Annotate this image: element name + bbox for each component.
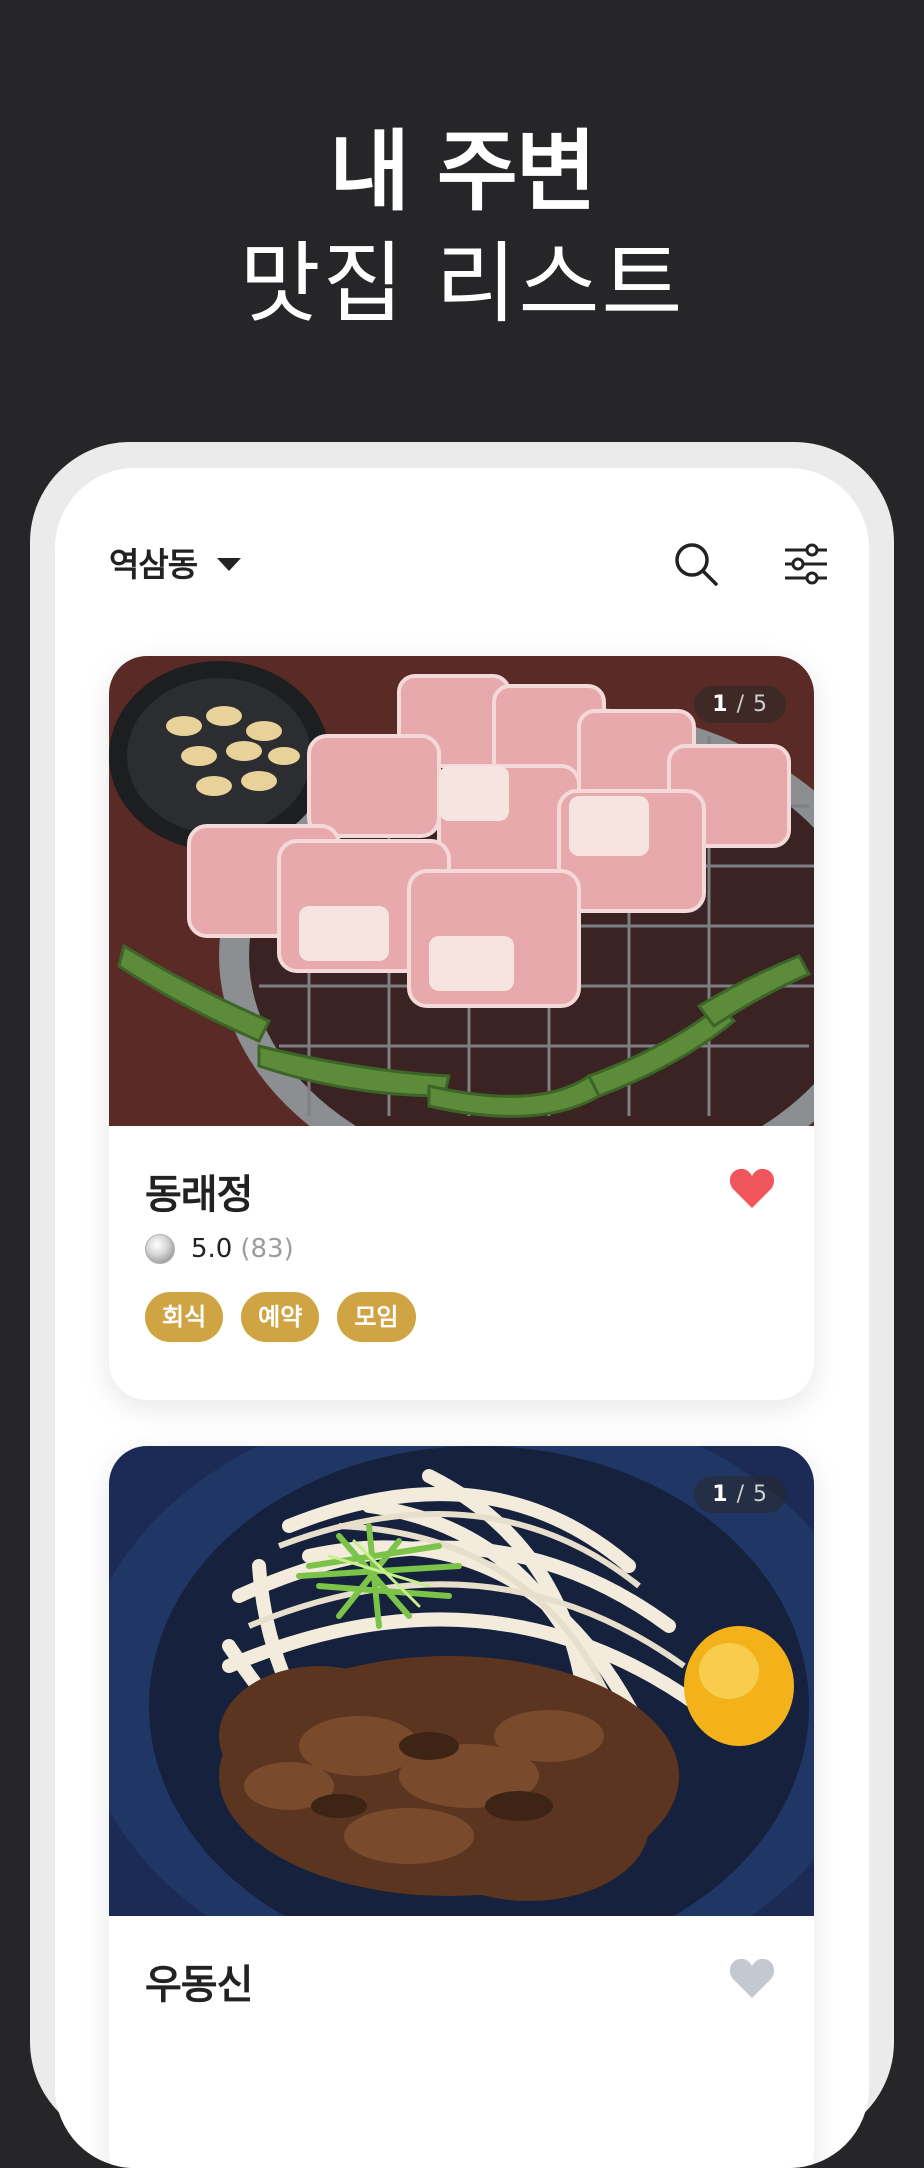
- rating-value: 5.0: [191, 1234, 233, 1264]
- card-info: 동래정 5.0 (83) 회식 예약 모임: [109, 1126, 814, 1400]
- heart-icon[interactable]: [728, 1166, 776, 1210]
- restaurant-photo[interactable]: 1 / 5: [109, 656, 814, 1126]
- card-info: 우동신: [109, 1916, 814, 2168]
- rating-coin-icon: [145, 1234, 175, 1264]
- restaurant-card[interactable]: 1 / 5 우동신: [109, 1446, 814, 2168]
- caret-down-icon: [217, 557, 242, 571]
- photo-counter-current: 1: [712, 692, 729, 717]
- tag-chip[interactable]: 모임: [337, 1292, 416, 1342]
- promo-title: 내 주변: [329, 120, 597, 223]
- promo-banner: 내 주변 맛집 리스트: [0, 0, 924, 440]
- promo-subtitle: 맛집 리스트: [239, 232, 685, 335]
- tag-chip[interactable]: 예약: [241, 1292, 320, 1342]
- location-label: 역삼동: [109, 545, 198, 584]
- tag-chip[interactable]: 회식: [145, 1292, 224, 1342]
- udon-photo: [109, 1446, 814, 1916]
- location-selector[interactable]: 역삼동: [109, 538, 242, 586]
- restaurant-name: 동래정: [145, 1172, 253, 1218]
- phone-screen: 역삼동 1 / 5 동래정 5.0 (83) 회식 예약 모임 1 / 5 우동…: [55, 468, 869, 2168]
- tag-list: 회식 예약 모임: [145, 1292, 434, 1342]
- photo-counter-total: / 5: [736, 1482, 768, 1507]
- review-count: (83): [240, 1234, 294, 1264]
- photo-counter: 1 / 5: [694, 686, 786, 723]
- grilled-meat-photo: [109, 656, 814, 1126]
- heart-icon[interactable]: [728, 1956, 776, 2000]
- photo-counter-current: 1: [712, 1482, 729, 1507]
- photo-counter: 1 / 5: [694, 1476, 786, 1513]
- filter-icon[interactable]: [782, 540, 830, 588]
- rating-row: 5.0 (83): [145, 1234, 294, 1264]
- app-header: 역삼동: [55, 468, 869, 638]
- restaurant-card[interactable]: 1 / 5 동래정 5.0 (83) 회식 예약 모임: [109, 656, 814, 1400]
- photo-counter-total: / 5: [736, 692, 768, 717]
- restaurant-name: 우동신: [145, 1962, 253, 2008]
- search-icon[interactable]: [672, 540, 720, 588]
- restaurant-photo[interactable]: 1 / 5: [109, 1446, 814, 1916]
